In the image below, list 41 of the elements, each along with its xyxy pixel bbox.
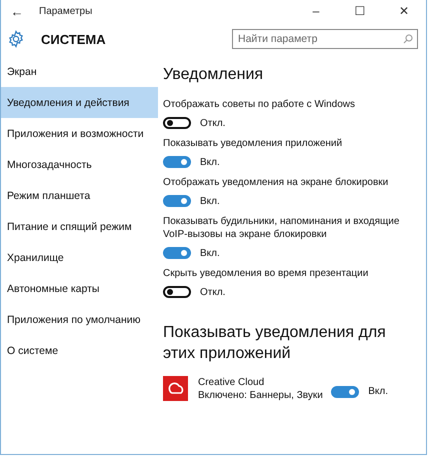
toggle-switch[interactable]: [163, 195, 191, 207]
toggle-switch[interactable]: [331, 386, 360, 398]
toggle-state-label: Вкл.: [368, 386, 388, 397]
setting-label: Показывать будильники, напоминания и входящие VoIP-вызовы на экране блокировки: [163, 215, 400, 241]
toggle-switch[interactable]: [163, 117, 191, 129]
sidebar-item[interactable]: Многозадачность: [1, 149, 158, 180]
sidebar-item[interactable]: Уведомления и действия: [1, 87, 158, 118]
close-button[interactable]: ✕: [382, 4, 426, 18]
subheading: Показывать уведомления для этих приложений: [163, 323, 387, 364]
toggle-state-label: Вкл.: [200, 156, 220, 168]
setting-label: Отображать советы по работе с Windows: [163, 98, 356, 111]
sidebar-item[interactable]: Приложения по умолчанию: [1, 304, 158, 335]
page-heading: Уведомления: [163, 66, 264, 84]
window-title: Параметры: [39, 6, 94, 16]
maximize-button[interactable]: ☐: [338, 4, 382, 18]
settings-icon: [7, 30, 25, 48]
sidebar-item[interactable]: Хранилище: [1, 242, 158, 273]
sidebar-item[interactable]: Экран: [1, 56, 158, 87]
sidebar-item[interactable]: Автономные карты: [1, 273, 158, 304]
back-button[interactable]: ←: [1, 4, 33, 18]
sidebar-item[interactable]: О системе: [1, 335, 158, 366]
search-icon: [403, 34, 413, 44]
app-name: Creative Cloud: [198, 376, 266, 388]
app-detail: Включено: Баннеры, Звуки: [198, 390, 324, 400]
sidebar-item[interactable]: Питание и спящий режим: [1, 211, 158, 242]
toggle-switch[interactable]: [163, 156, 191, 168]
setting-label: Показывать уведомления приложений: [163, 137, 344, 150]
toggle-switch[interactable]: [163, 286, 191, 298]
minimize-button[interactable]: –: [294, 4, 338, 18]
sidebar-item[interactable]: Приложения и возможности: [1, 118, 158, 149]
setting-label: Скрыть уведомления во время презентации: [163, 267, 370, 280]
toggle-switch[interactable]: [163, 247, 191, 259]
app-icon: [163, 376, 188, 401]
toggle-state-label: Вкл.: [200, 248, 220, 258]
toggle-state-label: Откл.: [200, 118, 226, 128]
search-field[interactable]: Найти параметр: [232, 29, 418, 49]
section-title: СИСТЕМА: [41, 32, 107, 46]
toggle-state-label: Вкл.: [200, 196, 220, 206]
sidebar-item[interactable]: Режим планшета: [1, 180, 158, 211]
setting-label: Отображать уведомления на экране блокировки: [163, 176, 390, 189]
toggle-state-label: Откл.: [200, 286, 226, 298]
